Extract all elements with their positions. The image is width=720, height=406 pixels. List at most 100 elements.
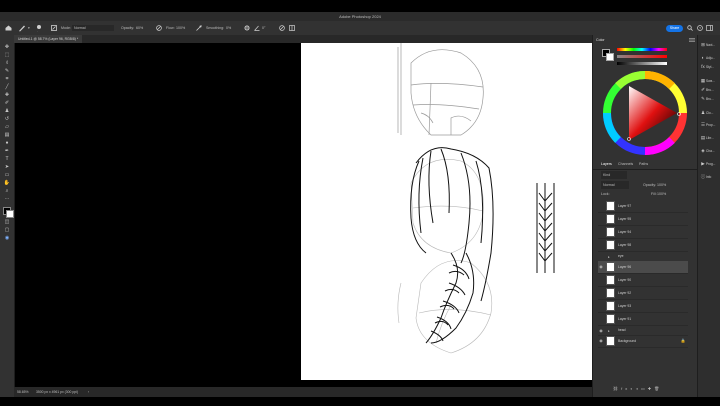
screen-mode-icon[interactable]: ▢ (3, 227, 11, 233)
panel-menu-icon[interactable] (689, 38, 695, 42)
panel-libraries[interactable]: ▤Libr... (700, 134, 720, 142)
panel-styles[interactable]: fxStyl... (700, 63, 720, 71)
zoom-level[interactable]: 58.65% (17, 387, 29, 397)
visibility-icon[interactable]: ◉ (598, 328, 604, 334)
layer-filter-kind[interactable]: Kind (601, 171, 627, 179)
visibility-icon[interactable] (598, 216, 604, 222)
history-brush-tool-icon[interactable]: ↺ (3, 116, 11, 122)
edit-toolbar-icon[interactable]: ◉ (3, 235, 11, 241)
gradient-tool-icon[interactable]: ▤ (3, 132, 11, 138)
brush-tool-icon[interactable] (18, 24, 26, 32)
smoothing-input[interactable]: 0% (226, 21, 231, 35)
share-button[interactable]: Share (666, 25, 683, 32)
visibility-icon[interactable] (598, 203, 604, 209)
home-icon[interactable] (5, 25, 12, 31)
visibility-icon[interactable] (598, 290, 604, 296)
document-canvas[interactable] (301, 43, 592, 380)
smoothing-options-gear-icon[interactable] (244, 25, 250, 31)
eraser-tool-icon[interactable]: ▱ (3, 124, 11, 130)
panel-progress[interactable]: ▶Prog... (700, 160, 720, 168)
layer-name: Layer 96 (618, 265, 632, 269)
visibility-icon[interactable] (598, 229, 604, 235)
saturation-slider[interactable] (617, 55, 667, 58)
layer-row[interactable]: Layer 91 (598, 313, 688, 326)
visibility-icon[interactable] (598, 303, 604, 309)
panel-properties[interactable]: ☰Prop... (700, 121, 720, 129)
layer-row-background[interactable]: ◉ Background 🔒 (598, 335, 688, 348)
status-chevron-icon[interactable]: › (88, 387, 89, 397)
layer-row-selected[interactable]: ◉ Layer 96 (598, 261, 688, 274)
visibility-icon[interactable] (598, 316, 604, 322)
color-panel-tab[interactable]: Color (596, 38, 605, 42)
layers-footer-icons[interactable]: ⛓fx◐◑▭✚🗑 (613, 385, 693, 392)
quick-select-tool-icon[interactable]: ✎ (3, 68, 11, 74)
hand-tool-icon[interactable]: ✋ (3, 180, 11, 186)
lasso-tool-icon[interactable]: ℓ (3, 60, 11, 66)
rectangle-tool-icon[interactable]: ▭ (3, 172, 11, 178)
blend-mode-select[interactable]: Normal (601, 181, 629, 189)
symmetry-icon[interactable] (289, 25, 295, 31)
healing-tool-icon[interactable]: ✚ (3, 92, 11, 98)
color-wheel[interactable] (601, 69, 689, 157)
pen-tool-icon[interactable]: ✒ (3, 148, 11, 154)
visibility-icon[interactable] (598, 254, 604, 260)
hue-slider[interactable] (617, 48, 667, 51)
more-tools-icon[interactable]: ··· (3, 196, 11, 202)
layer-opacity-input[interactable]: 100% (657, 181, 666, 189)
tab-paths[interactable]: Paths (639, 160, 648, 169)
marquee-tool-icon[interactable]: ⬚ (3, 52, 11, 58)
layer-row[interactable]: Layer 97 (598, 200, 688, 213)
workspace-icon[interactable] (706, 25, 713, 31)
brush-preset-chevron-icon[interactable]: ▾ (28, 21, 30, 35)
visibility-icon[interactable] (598, 242, 604, 248)
pressure-opacity-icon[interactable] (156, 25, 162, 31)
visibility-icon[interactable] (598, 277, 604, 283)
layer-row[interactable]: Layer 94 (598, 226, 688, 239)
tab-channels[interactable]: Channels (618, 160, 633, 169)
opacity-input[interactable]: 60% (136, 21, 143, 35)
zoom-tool-icon[interactable]: ⌕ (3, 188, 11, 194)
visibility-icon[interactable]: ◉ (598, 338, 604, 344)
pressure-size-icon[interactable] (279, 25, 285, 31)
crop-tool-icon[interactable]: ⌗ (3, 76, 11, 82)
layer-row[interactable]: Layer 93 (598, 300, 688, 313)
type-tool-icon[interactable]: T (3, 156, 11, 162)
layer-row[interactable]: Layer 95 (598, 213, 688, 226)
layer-row[interactable]: Layer 90 (598, 274, 688, 287)
dodge-tool-icon[interactable]: ● (3, 140, 11, 146)
brightness-slider[interactable] (617, 62, 667, 65)
layer-row[interactable]: Layer 92 (598, 287, 688, 300)
flow-input[interactable]: 100% (176, 21, 185, 35)
move-tool-icon[interactable]: ✥ (3, 44, 11, 50)
visibility-icon[interactable]: ◉ (598, 264, 604, 270)
brush-tool-icon[interactable]: ✐ (3, 100, 11, 106)
panel-info[interactable]: ⓘInfo (700, 173, 720, 181)
airbrush-icon[interactable] (196, 25, 202, 31)
angle-input[interactable]: 0° (262, 21, 265, 35)
path-select-tool-icon[interactable]: ➤ (3, 164, 11, 170)
color-background-swatch[interactable] (606, 53, 614, 61)
eyedropper-tool-icon[interactable]: ╱ (3, 84, 11, 90)
panel-clone-source[interactable]: ♟Clo... (700, 109, 720, 117)
panel-swatches[interactable]: ▦Swa... (700, 77, 720, 85)
search-icon[interactable] (687, 25, 693, 31)
stamp-tool-icon[interactable]: ♟ (3, 108, 11, 114)
title-bar: Adobe Photoshop 2024 (0, 12, 720, 21)
panel-brush-settings[interactable]: ✎Bru... (700, 95, 720, 103)
fill-input[interactable]: 100% (657, 190, 666, 198)
background-color-swatch[interactable] (6, 210, 14, 218)
flow-label: Flow: (166, 26, 175, 30)
tab-layers[interactable]: Layers (601, 160, 612, 169)
brush-settings-panel-icon[interactable] (51, 25, 57, 31)
panel-navigator[interactable]: ⊞Navi... (700, 41, 720, 49)
layer-row[interactable]: Layer 98 (598, 239, 688, 252)
panel-adjustments[interactable]: ◐ Adju... (700, 54, 720, 62)
layer-thumbnail (606, 240, 615, 250)
panel-channels[interactable]: ◈Cha... (700, 147, 720, 155)
help-icon[interactable]: ? (697, 25, 703, 31)
mode-select[interactable]: Normal (72, 25, 114, 31)
document-tab[interactable]: Untitled-1 @ 58.7% (Layer 96, RGB/8) * (14, 35, 83, 43)
panel-brushes[interactable]: ✐Bru... (700, 86, 720, 94)
quick-mask-icon[interactable]: ◫ (3, 219, 11, 225)
brush-size-icon[interactable]: · (36, 24, 42, 32)
